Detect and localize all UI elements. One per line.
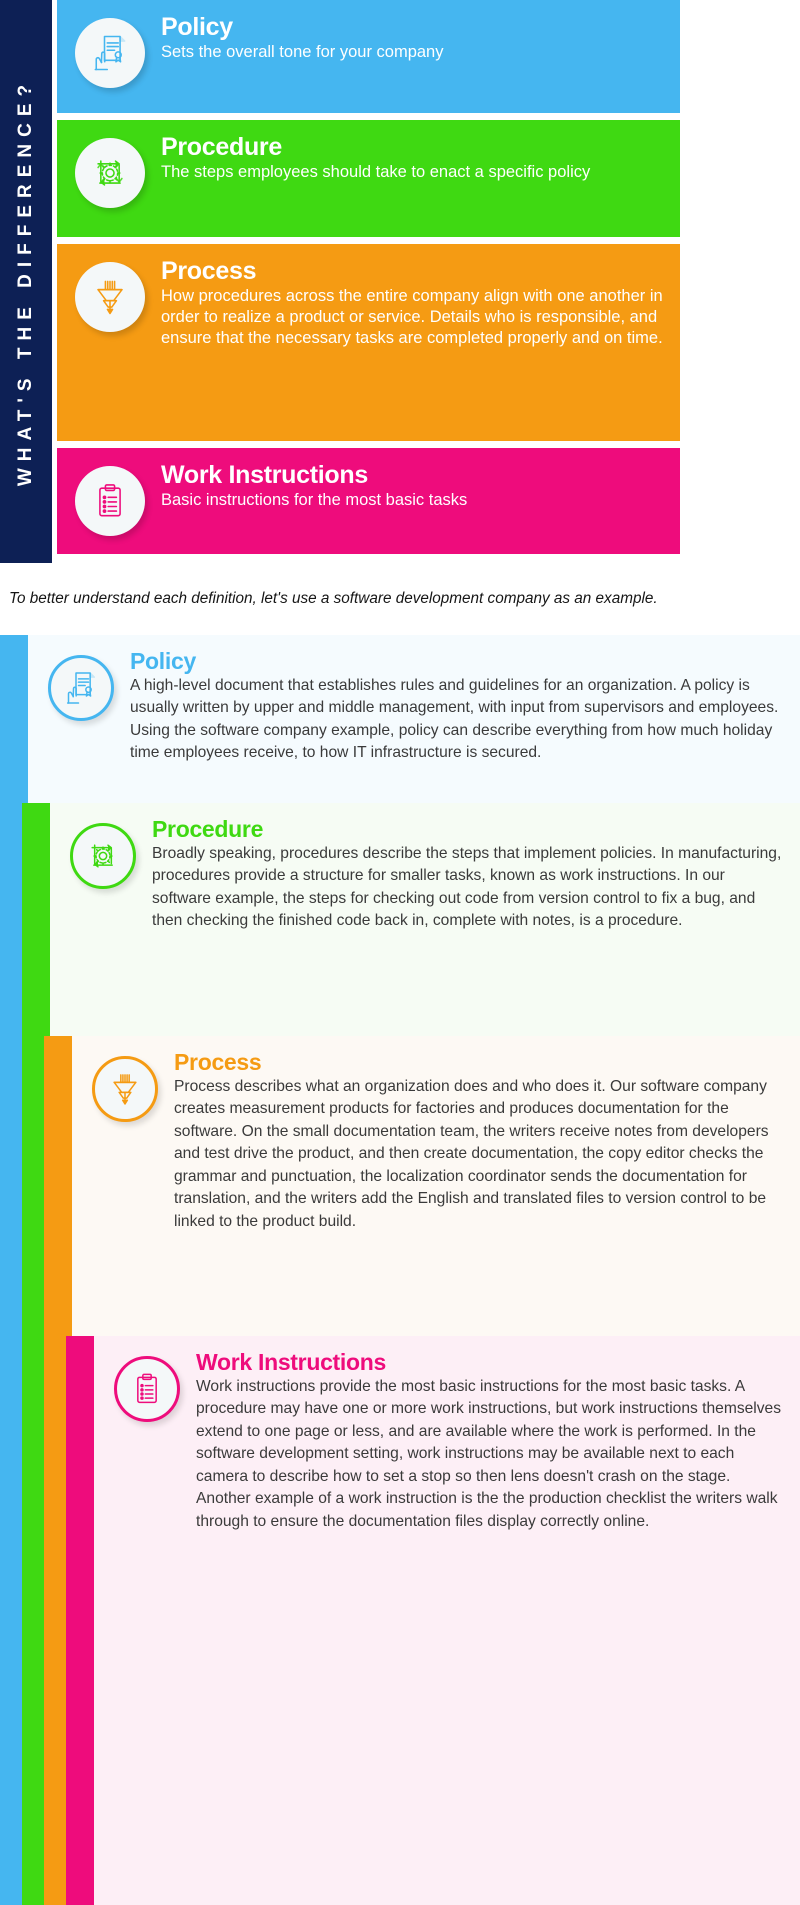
summary-card-description: Sets the overall tone for your company <box>161 43 444 62</box>
vertical-title-banner: WHAT'S THE DIFFERENCE? <box>0 0 52 563</box>
hand-holding-certificate-icon <box>48 655 114 721</box>
detail-section: Policy A high-level document that establ… <box>0 635 800 1905</box>
divider-note-text: To better understand each definition, le… <box>9 590 658 607</box>
summary-card-process[interactable]: Process How procedures across the entire… <box>57 244 680 441</box>
summary-card-title: Work Instructions <box>161 461 368 489</box>
vertical-title-text: WHAT'S THE DIFFERENCE? <box>15 77 36 486</box>
detail-card-title: Procedure <box>152 816 264 842</box>
summary-card-work-instructions[interactable]: Work Instructions Basic instructions for… <box>57 448 680 554</box>
detail-card-title: Work Instructions <box>196 1349 386 1375</box>
detail-card-description: Work instructions provide the most basic… <box>196 1377 782 1530</box>
detail-card-title: Process <box>174 1049 262 1075</box>
detail-card-procedure[interactable]: Procedure Broadly speaking, procedures d… <box>50 803 800 1036</box>
hand-holding-certificate-icon <box>75 18 145 88</box>
summary-card-title: Process <box>161 257 257 285</box>
detail-card-text: Process Process describes what an organi… <box>174 1050 786 1233</box>
detail-card-text: Work Instructions Work instructions prov… <box>196 1350 786 1533</box>
summary-card-description: The steps employees should take to enact… <box>161 163 591 182</box>
detail-card-description: Broadly speaking, procedures describe th… <box>152 844 782 930</box>
detail-card-description: A high-level document that establishes r… <box>130 676 779 762</box>
accent-stripe-work-instructions <box>66 1336 94 1905</box>
divider-note: To better understand each definition, le… <box>0 563 800 635</box>
summary-card-text: Work Instructions Basic instructions for… <box>161 458 672 511</box>
detail-card-process[interactable]: Process Process describes what an organi… <box>72 1036 800 1336</box>
summary-card-text: Procedure The steps employees should tak… <box>161 130 672 183</box>
detail-card-text: Policy A high-level document that establ… <box>130 649 786 765</box>
summary-card-policy[interactable]: Policy Sets the overall tone for your co… <box>57 0 680 113</box>
funnel-filter-icon <box>92 1056 158 1122</box>
summary-card-description: How procedures across the entire company… <box>161 287 663 348</box>
summary-card-list: Policy Sets the overall tone for your co… <box>52 0 680 563</box>
gear-cycle-icon <box>75 138 145 208</box>
summary-card-title: Policy <box>161 13 233 41</box>
summary-card-text: Process How procedures across the entire… <box>161 254 672 350</box>
clipboard-checklist-icon <box>114 1356 180 1422</box>
summary-card-title: Procedure <box>161 133 282 161</box>
summary-section: WHAT'S THE DIFFERENCE? Policy Sets the o… <box>0 0 680 563</box>
summary-card-text: Policy Sets the overall tone for your co… <box>161 10 672 63</box>
summary-card-description: Basic instructions for the most basic ta… <box>161 491 468 510</box>
funnel-filter-icon <box>75 262 145 332</box>
detail-card-title: Policy <box>130 648 196 674</box>
detail-card-description: Process describes what an organization d… <box>174 1077 769 1230</box>
clipboard-checklist-icon <box>75 466 145 536</box>
detail-card-text: Procedure Broadly speaking, procedures d… <box>152 817 786 933</box>
detail-card-work-instructions[interactable]: Work Instructions Work instructions prov… <box>94 1336 800 1905</box>
infographic-page: WHAT'S THE DIFFERENCE? Policy Sets the o… <box>0 0 800 1905</box>
detail-card-policy[interactable]: Policy A high-level document that establ… <box>28 635 800 803</box>
summary-card-procedure[interactable]: Procedure The steps employees should tak… <box>57 120 680 237</box>
gear-cycle-icon <box>70 823 136 889</box>
